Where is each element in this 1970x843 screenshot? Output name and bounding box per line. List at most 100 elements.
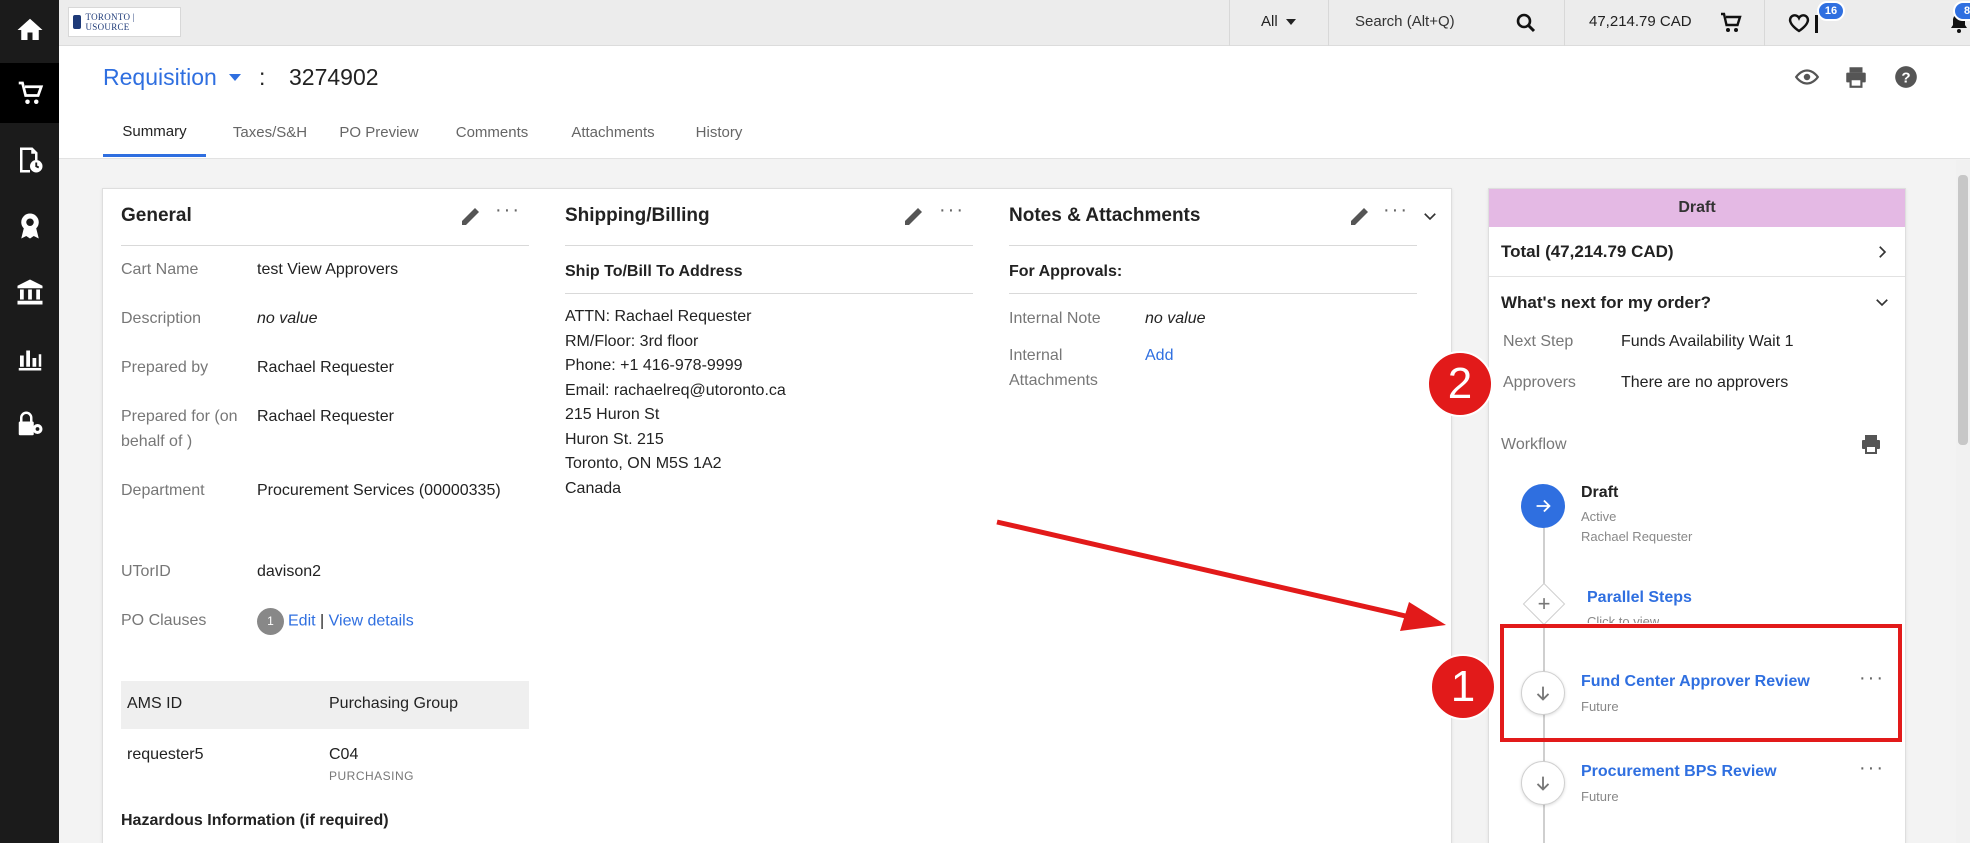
header-colon: :	[259, 64, 266, 90]
step-more-options-icon[interactable]: ···	[1859, 757, 1885, 780]
annotation-number-two: 2	[1427, 351, 1493, 417]
approvers-label: Approvers	[1503, 374, 1576, 391]
print-icon[interactable]	[1843, 64, 1869, 90]
shipping-title: Shipping/Billing	[565, 205, 710, 226]
university-logo[interactable]: TORONTO | USOURCE	[68, 7, 181, 37]
workflow-step-status: Active	[1581, 509, 1617, 524]
tab-comments[interactable]: Comments	[446, 108, 538, 157]
next-step-label: Next Step	[1503, 333, 1574, 350]
bar-chart-icon	[18, 350, 41, 371]
clause-count-badge: 1	[257, 608, 284, 635]
add-attachment-link[interactable]: Add	[1145, 343, 1173, 368]
hazardous-heading: Hazardous Information (if required)	[121, 812, 389, 829]
approvers-value: There are no approvers	[1621, 374, 1789, 391]
total-row[interactable]: Total (47,214.79 CAD)	[1489, 227, 1905, 277]
cart-icon	[18, 81, 43, 104]
ams-table-header: AMS ID Purchasing Group	[121, 681, 529, 729]
document-clock-icon	[19, 147, 42, 173]
workflow-step-title: Draft	[1581, 484, 1619, 501]
procurement-bps-review-link[interactable]: Procurement BPS Review	[1581, 763, 1777, 781]
cart-total[interactable]: 47,214.79 CAD	[1589, 13, 1692, 30]
award-ribbon-icon	[20, 213, 39, 239]
chevron-right-icon	[1873, 243, 1891, 261]
caret-down-icon	[1285, 19, 1296, 26]
left-nav	[0, 0, 59, 843]
collapse-chevron-icon[interactable]	[1421, 207, 1439, 225]
chevron-down-icon[interactable]	[1873, 293, 1891, 311]
nav-settings[interactable]	[0, 394, 59, 454]
department-value: Procurement Services (00000335)	[257, 482, 501, 499]
field-label: Description	[121, 310, 202, 327]
lock-gear-icon	[18, 411, 42, 436]
utorid-value: davison2	[257, 563, 322, 580]
nav-home[interactable]	[0, 0, 59, 60]
document-type-dropdown[interactable]: Requisition	[103, 64, 217, 91]
plus-icon: +	[1537, 591, 1551, 616]
document-number: 3274902	[289, 64, 379, 90]
ship-address: ATTN: Rachael Requester RM/Floor: 3rd fl…	[565, 308, 786, 497]
prepared-for-value: Rachael Requester	[257, 408, 394, 425]
edit-clauses-link[interactable]: Edit	[288, 613, 316, 630]
workflow-step-active[interactable]	[1521, 484, 1565, 528]
nav-reports[interactable]	[0, 328, 59, 388]
edit-pencil-icon[interactable]	[902, 204, 926, 228]
more-options-icon[interactable]: ···	[495, 199, 521, 222]
more-options-icon[interactable]: ···	[1383, 199, 1409, 222]
field-label: Prepared for (on behalf of )	[121, 408, 238, 450]
search-scope-dropdown[interactable]: All	[1261, 13, 1296, 30]
nav-accounts[interactable]	[0, 262, 59, 322]
tab-taxes[interactable]: Taxes/S&H	[225, 108, 315, 157]
arrow-right-icon	[1536, 499, 1551, 513]
nav-orders[interactable]	[0, 130, 59, 190]
field-label: Cart Name	[121, 261, 199, 278]
description-value: no value	[257, 310, 318, 327]
annotation-highlight-box	[1500, 624, 1902, 742]
workflow-step-future[interactable]	[1521, 761, 1565, 805]
tab-attachments[interactable]: Attachments	[563, 108, 663, 157]
eye-icon[interactable]	[1794, 64, 1820, 90]
field-label: Prepared by	[121, 359, 209, 376]
caret-down-icon[interactable]	[229, 74, 241, 81]
arrow-down-icon	[1536, 776, 1550, 791]
search-icon[interactable]	[1514, 11, 1538, 35]
internal-note-value: no value	[1145, 310, 1206, 327]
field-label: PO Clauses	[121, 612, 207, 629]
annotation-number-one: 1	[1430, 654, 1496, 720]
po-clauses-value: 1 Edit | View details	[257, 608, 414, 635]
ams-id-header: AMS ID	[127, 695, 183, 712]
status-badge: Draft	[1489, 189, 1905, 227]
field-label: UTorID	[121, 563, 171, 580]
scrollbar-thumb[interactable]	[1958, 175, 1968, 445]
view-details-link[interactable]: View details	[329, 613, 414, 630]
topbar-cart-icon[interactable]	[1719, 11, 1743, 35]
field-label: Department	[121, 482, 205, 499]
total-value: Total (47,214.79 CAD)	[1501, 242, 1674, 261]
workflow-step-person: Rachael Requester	[1581, 529, 1693, 544]
general-title: General	[121, 205, 192, 226]
cart-name-value: test View Approvers	[257, 261, 399, 278]
edit-pencil-icon[interactable]	[1348, 204, 1372, 228]
purchasing-group-header: Purchasing Group	[329, 695, 458, 712]
workflow-step-hint: Click to view	[1587, 614, 1660, 623]
tab-history[interactable]: History	[683, 108, 755, 157]
tab-po-preview[interactable]: PO Preview	[333, 108, 425, 157]
nav-contracts[interactable]	[0, 196, 59, 256]
nav-shop[interactable]	[0, 63, 59, 123]
favorites-heart-icon[interactable]	[1787, 11, 1811, 35]
for-approvals-heading: For Approvals:	[1009, 263, 1123, 280]
search-input[interactable]: Search (Alt+Q)	[1355, 13, 1455, 30]
bank-icon	[17, 279, 42, 305]
tab-summary[interactable]: Summary	[103, 108, 206, 157]
more-options-icon[interactable]: ···	[939, 199, 965, 222]
purchasing-group-sub: PURCHASING	[329, 769, 415, 783]
home-icon	[17, 18, 42, 40]
workflow-print-icon[interactable]	[1859, 432, 1883, 456]
next-step-value: Funds Availability Wait 1	[1621, 333, 1794, 350]
logo-text: TORONTO | USOURCE	[85, 12, 135, 32]
help-icon[interactable]: ?	[1893, 64, 1919, 90]
parallel-steps-link[interactable]: Parallel Steps	[1587, 589, 1692, 607]
edit-pencil-icon[interactable]	[459, 204, 483, 228]
whats-next-heading[interactable]: What's next for my order?	[1501, 293, 1711, 313]
prepared-by-value: Rachael Requester	[257, 359, 394, 376]
flag-badge: 16	[1817, 1, 1845, 21]
